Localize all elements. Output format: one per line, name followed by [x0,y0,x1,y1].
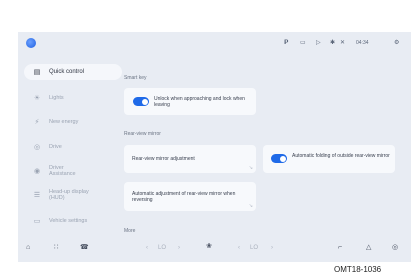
sidebar-item-label: Driver Assistance [49,165,76,177]
section-title-smart-key: Smart key [124,75,147,81]
auto-adjust-reversing-label: Automatic adjustment of rear-view mirror… [132,191,236,203]
auto-fold-label: Automatic folding of outside rear-view m… [292,153,390,159]
unlock-approach-toggle[interactable] [133,97,149,106]
new-energy-icon: ⚡ [34,119,40,126]
video-icon[interactable]: ▷ [316,40,321,47]
section-title-rear-view-mirror: Rear-view mirror [124,131,161,137]
sidebar-item-vehicle-settings[interactable]: ▭ Vehicle settings [24,213,122,229]
figure-caption: OMT18-1036 [334,265,382,274]
lights-icon: ☀ [33,95,41,102]
sidebar-item-label: Vehicle settings [49,218,88,224]
left-temp-decrease-icon[interactable]: ‹ [146,244,148,252]
sidebar-item-label: Quick control [49,69,85,75]
drive-icon: ◎ [33,144,41,151]
settings-icon[interactable]: ⚙ [394,40,399,47]
hazard-icon[interactable]: △ [366,244,371,252]
right-temp-value: LO [250,245,259,251]
left-temp-increase-icon[interactable]: › [178,244,180,252]
voice-icon[interactable]: ◎ [392,244,398,252]
driver-assistance-icon: ◉ [33,168,41,175]
sidebar-item-lights[interactable]: ☀ Lights [24,90,122,106]
auto-fold-card[interactable]: Automatic folding of outside rear-view m… [263,145,395,173]
expand-corner-icon: ↘ [248,165,253,171]
left-temp-value: LO [158,245,167,251]
sidebar-item-driver-assistance[interactable]: ◉ Driver Assistance [24,163,122,179]
bluetooth-icon[interactable]: ✱ [330,40,335,47]
expand-corner-icon: ↘ [248,203,253,209]
sidebar-item-drive[interactable]: ◎ Drive [24,139,122,155]
right-temp-increase-icon[interactable]: › [271,244,273,252]
sidebar-item-quick-control[interactable]: ▤ Quick control [24,64,122,80]
sidebar-item-label: New energy [49,119,79,125]
parking-sensor-icon[interactable]: 𝗣 [284,40,288,47]
apps-icon[interactable]: ∷ [54,244,58,252]
brand-logo [26,38,36,48]
sidebar-item-hud[interactable]: ☰ Head-up display (HUD) [24,187,122,203]
more-label[interactable]: More [124,228,135,234]
fan-icon[interactable]: ❀ [206,243,212,251]
quick-control-icon: ▤ [33,69,41,76]
right-temp-decrease-icon[interactable]: ‹ [238,244,240,252]
mirror-adjustment-label: Rear-view mirror adjustment [132,156,195,162]
sidebar-item-label: Head-up display (HUD) [49,189,89,201]
sidebar-item-new-energy[interactable]: ⚡ New energy [24,114,122,130]
hud-icon: ☰ [33,192,41,199]
home-icon[interactable]: ⌂ [26,244,30,252]
infotainment-screen: 𝗣 ▭ ▷ ✱ ✕ ▐ 04:34 ⚙ ▤ Quick control ☀ Li… [18,32,411,262]
auto-adjust-reversing-card[interactable]: Automatic adjustment of rear-view mirror… [124,182,256,211]
unlock-approach-label: Unlock when approaching and lock when le… [154,96,245,108]
screen-mirror-icon[interactable]: ▭ [300,40,306,47]
phone-icon[interactable]: ☎ [80,244,89,252]
mute-icon[interactable]: ✕ [340,40,345,47]
mirror-adjustment-card[interactable]: Rear-view mirror adjustment ↘ [124,145,256,173]
sidebar-item-label: Lights [49,95,64,101]
sidebar-item-label: Drive [49,144,62,150]
unlock-approach-card[interactable]: Unlock when approaching and lock when le… [124,88,256,115]
status-clock: 04:34 [356,40,369,46]
vehicle-settings-icon: ▭ [33,218,41,225]
wiper-icon[interactable]: ⌐ [338,244,342,252]
auto-fold-toggle[interactable] [271,154,287,163]
